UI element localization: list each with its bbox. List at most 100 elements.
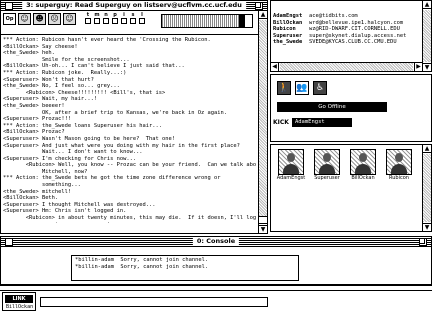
avatar-name: Rubicon xyxy=(389,175,409,181)
user-list-scrollbar[interactable]: ▲ ▼ xyxy=(422,1,431,71)
mode-toggle-s[interactable]: s xyxy=(130,12,136,24)
avatar[interactable]: AdamEngst xyxy=(275,149,307,182)
message-input[interactable] xyxy=(40,297,268,307)
mode-checkbox[interactable] xyxy=(85,18,91,24)
scroll-down-arrow-icon[interactable]: ▼ xyxy=(423,63,431,71)
console-line: *billin-adam Sorry, cannot join channel. xyxy=(75,263,209,270)
input-bar: LINK BillOckan xyxy=(0,290,432,312)
console-window: 0: Console *billin-adam Sorry, cannot jo… xyxy=(0,236,432,286)
handicap-icon[interactable]: ♿ xyxy=(313,81,327,95)
mode-toggle-t[interactable]: t xyxy=(85,12,91,24)
mode-checkbox[interactable] xyxy=(139,18,145,24)
chat-line: *** Action: the_Swede loans Superuser hi… xyxy=(3,122,163,129)
scroll-up-arrow-icon[interactable]: ▲ xyxy=(423,1,431,9)
console-line: *billin-adam Sorry, cannot join channel. xyxy=(75,257,209,263)
mode-checkbox[interactable] xyxy=(103,18,109,24)
scroll-down-arrow-icon[interactable]: ▼ xyxy=(259,225,267,233)
scroll-thumb[interactable] xyxy=(259,216,267,224)
mode-toggle-m[interactable]: m xyxy=(94,12,100,24)
user-list-hscrollbar[interactable]: ◀ ▶ xyxy=(271,62,422,71)
chat-line: <Superuser> Wasn't Mason going to be her… xyxy=(3,135,176,142)
go-offline-button[interactable]: Go Offline xyxy=(277,102,387,112)
user-row[interactable]: the_Swede SVEDE@KYCAS.CLUB.CC.CMU.EDU xyxy=(273,39,420,46)
chat-window: 3: superguy: Read Superguy on listserv@u… xyxy=(0,0,268,234)
close-box[interactable] xyxy=(5,238,13,246)
op-button[interactable]: Op xyxy=(3,13,16,25)
user-address: super@skynet.dialup.access.net xyxy=(309,32,407,39)
mode-checkbox[interactable] xyxy=(94,18,100,24)
zoom-box[interactable] xyxy=(255,2,263,10)
user-row[interactable]: AdamEngst ace@tidbits.com xyxy=(273,13,420,20)
avatar-window: AdamEngst Superuser BillOckan Rubicon ▲ ▼ xyxy=(270,144,432,232)
mode-toggle-l[interactable]: l xyxy=(139,12,145,24)
avatar-image xyxy=(386,149,412,175)
mode-checkbox[interactable] xyxy=(130,18,136,24)
chat-vertical-scrollbar[interactable]: ▲ ▼ xyxy=(258,11,267,233)
user-row[interactable]: Superuser super@skynet.dialup.access.net xyxy=(273,33,420,40)
neutral-face-icon[interactable]: ☻ xyxy=(33,13,46,25)
avatar[interactable]: Rubicon xyxy=(383,149,415,182)
user-address: wrd@bellevue.ipe1.halcyon.com xyxy=(309,19,404,26)
people-icon[interactable]: 👥 xyxy=(295,81,309,95)
chat-line: Mitchell, now? xyxy=(3,168,88,175)
user-row[interactable]: BillOckan wrd@bellevue.ipe1.halcyon.com xyxy=(273,20,420,27)
chat-line: <Superuser> Wait, my hair...! xyxy=(3,96,98,103)
mode-toggle-i[interactable]: i xyxy=(121,12,127,24)
avatar-list: AdamEngst Superuser BillOckan Rubicon xyxy=(275,149,415,182)
chat-line: *** Action: the_Swede bets he got the ti… xyxy=(3,175,221,182)
user-list-window: AdamEngst ace@tidbits.com BillOckan wrd@bel… xyxy=(270,0,432,72)
chat-line: <BillOckan> Prozac? xyxy=(3,129,65,136)
mode-checkbox[interactable] xyxy=(112,18,118,24)
link-button[interactable]: LINK xyxy=(5,295,33,303)
volume-slider[interactable] xyxy=(161,14,253,28)
avatar[interactable]: Superuser xyxy=(311,149,343,182)
avatar-name: BillOckan xyxy=(351,175,375,181)
slider-thumb[interactable] xyxy=(238,14,245,28)
chat-titlebar[interactable]: 3: superguy: Read Superguy on listserv@u… xyxy=(1,1,267,11)
chat-line: *** Action: Rubicon hasn't ever heard th… xyxy=(3,37,211,43)
chat-line: Smile for the screenshot... xyxy=(3,56,130,63)
avatar-image xyxy=(278,149,304,175)
chat-line: <Rubicon> in about twenty minutes, this … xyxy=(3,215,256,222)
user-address: SVEDE@KYCAS.CLUB.CC.CMU.EDU xyxy=(309,39,397,46)
kick-label: KICK xyxy=(273,119,289,126)
scroll-right-arrow-icon[interactable]: ▶ xyxy=(414,63,422,71)
chat-line: <Superuser> I'm checking for Chris now..… xyxy=(3,155,137,162)
control-panel: 🚶 👥 ♿ Go Offline KICK AdamEngst xyxy=(270,74,432,142)
scroll-down-arrow-icon[interactable]: ▼ xyxy=(423,223,431,231)
mode-toggle-p[interactable]: p xyxy=(112,12,118,24)
user-nick: AdamEngst xyxy=(273,13,303,19)
chat-line: <Rubicon> Well, you know -- Prozac can b… xyxy=(3,162,256,169)
chat-line: <BillOckan> Say cheese! xyxy=(3,43,78,50)
user-row[interactable]: Rubicon wz@RID-DWARF.CIT.CORNELL.EDU xyxy=(273,26,420,33)
mode-toggle-n[interactable]: n xyxy=(103,12,109,24)
kick-nick-field[interactable]: AdamEngst xyxy=(291,118,352,127)
chat-line: <Superuser> And just what were you doing… xyxy=(3,142,240,149)
console-title: 0: Console xyxy=(192,237,240,246)
scroll-left-arrow-icon[interactable]: ◀ xyxy=(271,63,279,71)
scroll-up-arrow-icon[interactable]: ▲ xyxy=(259,11,267,19)
smile-face-icon[interactable]: ☺ xyxy=(18,13,31,25)
avatar-name: Superuser xyxy=(314,175,340,181)
avatar-scrollbar[interactable]: ▲ ▼ xyxy=(422,145,431,231)
chat-line: OK, after a brief trip to Kansas, we're … xyxy=(3,109,227,116)
chat-line: <Superuser> I thought Mitchell was destr… xyxy=(3,201,156,208)
walk-icon[interactable]: 🚶 xyxy=(277,81,291,95)
close-box[interactable] xyxy=(5,2,13,10)
user-list: AdamEngst ace@tidbits.com BillOckan wrd@bel… xyxy=(273,13,420,46)
chat-line: <Rubicon> Cheese!!!!!!!!! <Bill's, that … xyxy=(3,89,166,96)
chat-line: *** Action: Rubicon joke. Really...:) xyxy=(3,69,127,76)
chat-line: <BillOckan> Beth. xyxy=(3,195,59,202)
link-box: LINK BillOckan xyxy=(2,292,36,311)
avatar-name: AdamEngst xyxy=(276,175,306,181)
scroll-up-arrow-icon[interactable]: ▲ xyxy=(423,145,431,153)
console-titlebar[interactable]: 0: Console xyxy=(1,237,431,247)
avatar[interactable]: BillOckan xyxy=(347,149,379,182)
sad-face-icon[interactable]: ☹ xyxy=(48,13,61,25)
zoom-box[interactable] xyxy=(419,238,427,246)
mode-checkbox[interactable] xyxy=(121,18,127,24)
user-nick: the_Swede xyxy=(273,39,303,46)
chat-log: *** Action: Rubicon hasn't ever heard th… xyxy=(3,37,256,223)
wink-face-icon[interactable]: ☺ xyxy=(63,13,76,25)
chat-line: <the_Swede> mitchell! xyxy=(3,188,72,195)
